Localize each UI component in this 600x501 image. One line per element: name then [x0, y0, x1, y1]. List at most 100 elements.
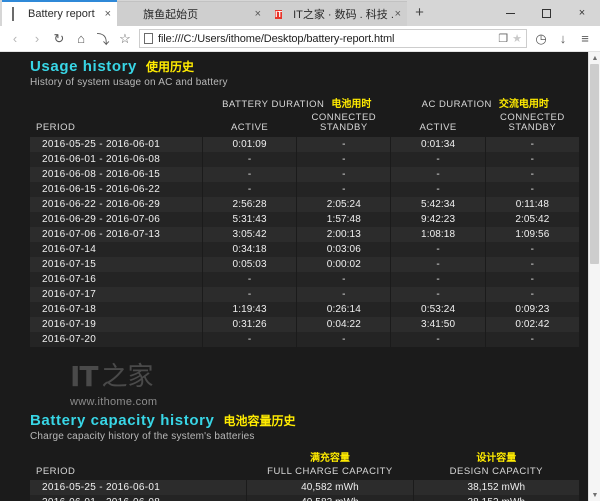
usage-history-title-cn: 使用历史 [146, 60, 195, 74]
usage-history-thead: BATTERY DURATION 电池用时 AC DURATION 交流电用时 PE… [30, 94, 580, 137]
cell-ac-connected-standby: - [485, 331, 581, 347]
cell-period: 2016-06-22 - 2016-06-29 [30, 196, 203, 212]
address-bar-actions: ❐ ★ [498, 32, 522, 45]
ac-duration-label-cn: 交流电用时 [498, 99, 549, 110]
battery-report-document: Usage history 使用历史 History of system usa… [0, 52, 588, 501]
cell-period: 2016-07-16 [30, 271, 203, 287]
cell-ac-active: - [390, 286, 486, 302]
table-row: 2016-07-15 0:05:03 0:00:02- - [30, 256, 581, 272]
cell-battery-connected-standby: 0:03:06 [296, 241, 392, 257]
minimize-button[interactable] [492, 0, 528, 26]
cell-battery-connected-standby: 0:04:22 [296, 316, 392, 332]
cell-battery-active: 5:31:43 [202, 211, 298, 227]
column-header-design-capacity: DESIGN CAPACITY [449, 465, 543, 477]
battery-duration-label-cn: 电池用时 [331, 99, 372, 110]
capacity-history-title: Battery capacity history [30, 411, 215, 429]
table-row: 2016-07-06 - 2016-07-13 3:05:42 2:00:13 1:0… [30, 226, 581, 242]
table-row: 2016-07-17- - - - [30, 286, 581, 302]
tab-close-button[interactable]: × [105, 8, 111, 20]
cell-battery-active: 0:34:18 [202, 241, 298, 257]
cell-period: 2016-06-29 - 2016-07-06 [30, 211, 203, 227]
cell-ac-active: - [390, 256, 486, 272]
cell-ac-connected-standby: 0:09:23 [485, 301, 581, 317]
cell-ac-active: 3:41:50 [390, 316, 486, 332]
ithome-icon: IT [275, 8, 288, 21]
maximize-button[interactable] [528, 0, 564, 26]
tab-start-page[interactable]: 旗鱼起始页 × [117, 1, 268, 26]
cell-ac-active: 0:53:24 [390, 301, 486, 317]
ithome-watermark-url: www.ithome.com [70, 395, 158, 408]
back-icon[interactable]: ‹ [4, 28, 26, 50]
cell-design-capacity: 38,152 mWh [413, 479, 581, 495]
tab-close-button[interactable]: × [395, 8, 401, 20]
cell-period: 2016-07-15 [30, 256, 203, 272]
scrollbar-thumb[interactable] [590, 64, 599, 264]
table-row: 2016-06-22 - 2016-06-29 2:56:28 2:05:24 5:4… [30, 196, 581, 212]
cell-period: 2016-07-19 [30, 316, 203, 332]
cell-battery-connected-standby: - [296, 151, 392, 167]
cell-battery-active: - [202, 271, 298, 287]
navigation-toolbar: ‹ › ↻ ⌂ ⤵ ☆ file:///C:/Users/ithome/Desk… [0, 26, 600, 52]
cell-period: 2016-06-01 - 2016-06-08 [30, 151, 203, 167]
ac-duration-group: AC DURATION 交流电用时 [391, 94, 580, 112]
cell-period: 2016-05-25 - 2016-06-01 [30, 136, 203, 152]
cell-battery-active: - [202, 166, 298, 182]
new-tab-button[interactable]: + [407, 5, 432, 22]
star-icon[interactable]: ★ [512, 32, 522, 45]
table-row: 2016-07-18 1:19:43 0:26:14 0:53:24 0:09:23 [30, 301, 581, 317]
table-row: 2016-06-08 - 2016-06-15- - - - [30, 166, 581, 182]
capacity-history-subtitle: Charge capacity history of the system's … [30, 430, 255, 442]
cell-ac-connected-standby: 2:05:42 [485, 211, 581, 227]
menu-icon[interactable]: ≡ [574, 28, 596, 50]
refresh-icon[interactable]: ↻ [48, 28, 70, 50]
downloads-icon[interactable]: ↓ [552, 28, 574, 50]
tab-close-button[interactable]: × [255, 8, 261, 20]
address-bar-value[interactable]: file:///C:/Users/ithome/Desktop/battery-… [158, 33, 498, 45]
cell-battery-connected-standby: 2:00:13 [296, 226, 392, 242]
spacer-cell [30, 448, 247, 466]
tab-battery-report[interactable]: Battery report × [2, 0, 118, 26]
cell-period: 2016-07-17 [30, 286, 203, 302]
tab-ithome[interactable]: IT IT之家 · 数码 . 科技 . 生 × [267, 1, 408, 26]
capacity-history-column-header-row: PERIOD FULL CHARGE CAPACITY DESIGN CAPAC… [30, 466, 580, 480]
cell-period: 2016-06-08 - 2016-06-15 [30, 166, 203, 182]
tab-title: IT之家 · 数码 . 科技 . 生 [293, 9, 395, 21]
notes-icon[interactable]: ❐ [498, 32, 508, 45]
column-header-full-charge-capacity: FULL CHARGE CAPACITY [267, 465, 393, 477]
page-document-icon [144, 33, 153, 44]
column-header-period: PERIOD [36, 465, 76, 477]
column-header-ac-connected-standby: CONNECTED STANDBY [500, 112, 565, 134]
cell-battery-active: 1:19:43 [202, 301, 298, 317]
history-icon[interactable]: ◷ [530, 28, 552, 50]
table-row: 2016-07-16- - - - [30, 271, 581, 287]
usage-history-group-header-row: BATTERY DURATION 电池用时 AC DURATION 交流电用时 [30, 94, 580, 112]
scroll-down-button[interactable]: ▼ [589, 489, 600, 501]
forward-icon[interactable]: › [26, 28, 48, 50]
ac-duration-label: AC DURATION [421, 99, 492, 110]
full-charge-group: 满充容量 [247, 448, 413, 466]
cell-design-capacity: 38,152 mWh [413, 494, 581, 501]
full-charge-label-cn: 满充容量 [309, 452, 350, 464]
cell-ac-active: - [390, 241, 486, 257]
column-header-battery-connected-standby: CONNECTED STANDBY [311, 112, 377, 134]
favorite-star-icon[interactable]: ☆ [114, 28, 136, 50]
address-bar[interactable]: file:///C:/Users/ithome/Desktop/battery-… [139, 29, 527, 48]
cell-ac-connected-standby: - [485, 151, 581, 167]
cell-battery-active: 0:05:03 [202, 256, 298, 272]
cell-battery-connected-standby: 1:57:48 [296, 211, 392, 227]
cell-battery-active: - [202, 331, 298, 347]
cell-battery-active: 2:56:28 [202, 196, 298, 212]
table-row: 2016-06-01 - 2016-06-0840,582 mWh38,152 … [30, 494, 581, 501]
close-window-button[interactable]: × [564, 0, 600, 26]
cell-ac-active: 5:42:34 [390, 196, 486, 212]
scroll-up-button[interactable]: ▲ [589, 52, 600, 64]
cell-battery-connected-standby: 0:26:14 [296, 301, 392, 317]
cell-ac-active: - [390, 271, 486, 287]
cell-ac-connected-standby: 0:11:48 [485, 196, 581, 212]
reading-view-icon[interactable]: ⤵ [92, 28, 114, 50]
table-row: 2016-07-19 0:31:26 0:04:22 3:41:50 0:02:42 [30, 316, 581, 332]
page-scrollbar[interactable]: ▲ ▼ [588, 52, 600, 501]
cell-ac-connected-standby: - [485, 181, 581, 197]
home-icon[interactable]: ⌂ [70, 28, 92, 50]
capacity-history-tbody: 2016-05-25 - 2016-06-01 40,582 mWh 38,152 … [30, 479, 581, 501]
